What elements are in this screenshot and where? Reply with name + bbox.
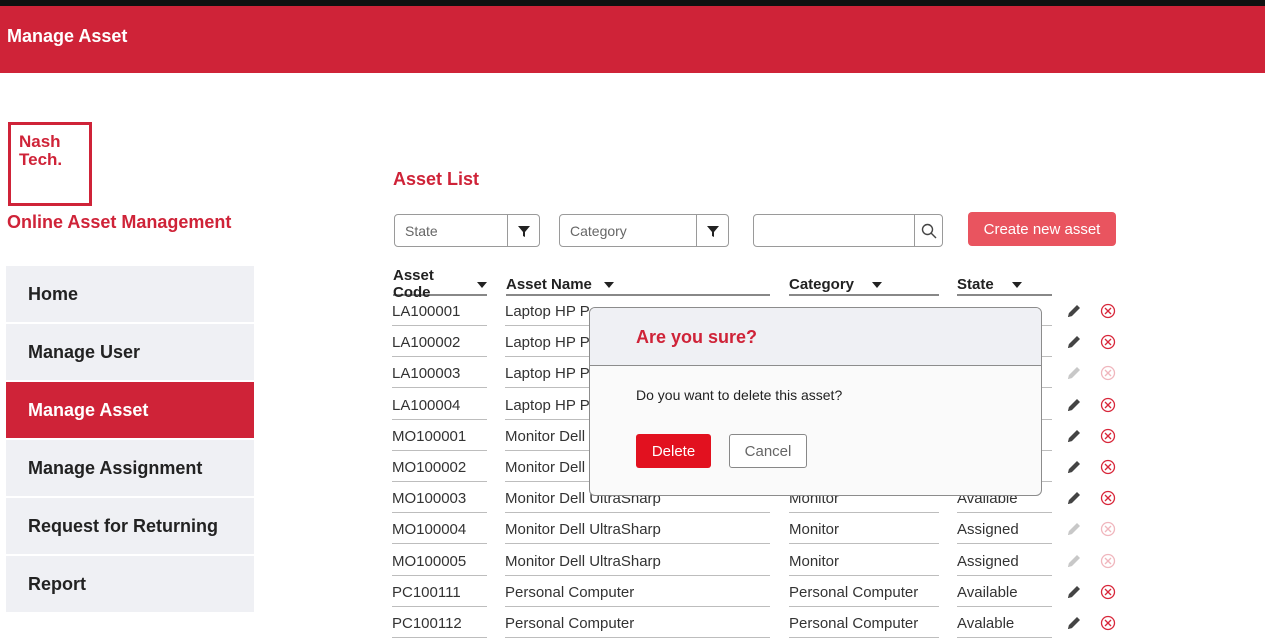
sidebar-item-manage-assignment[interactable]: Manage Assignment [6, 440, 254, 496]
circle-x-icon [1100, 365, 1116, 381]
table-cell-category: Monitor [789, 550, 939, 576]
sidebar-item-manage-asset[interactable]: Manage Asset [6, 382, 254, 438]
column-header-label: Asset Code [393, 267, 434, 301]
table-cell-code: LA100004 [392, 394, 487, 420]
sidebar-item-report[interactable]: Report [6, 556, 254, 612]
table-cell-code: LA100002 [392, 331, 487, 357]
table-cell-code: MO100004 [392, 518, 487, 544]
column-header-asset-code[interactable]: Asset Code [393, 267, 487, 301]
sidebar-item-label: Report [28, 573, 86, 594]
funnel-icon[interactable] [696, 215, 728, 246]
column-header-category[interactable]: Category [789, 274, 939, 296]
pencil-icon [1066, 521, 1082, 537]
pencil-icon [1066, 365, 1082, 381]
circle-x-icon[interactable] [1100, 428, 1116, 444]
delete-button[interactable]: Delete [636, 434, 711, 468]
circle-x-icon [1100, 553, 1116, 569]
pencil-icon [1066, 553, 1082, 569]
page-title: Asset List [393, 169, 480, 189]
table-cell-code: PC100112 [392, 612, 487, 638]
create-new-asset-button[interactable]: Create new asset [968, 212, 1116, 246]
table-cell-code: MO100002 [392, 456, 487, 482]
table-cell-name: Monitor Dell UltraSharp [505, 518, 770, 544]
table-cell-state: Assigned [957, 550, 1052, 576]
pencil-icon[interactable] [1066, 615, 1082, 631]
app-name: Online Asset Management [7, 212, 232, 232]
circle-x-icon[interactable] [1100, 303, 1116, 319]
app-header: Manage Asset [0, 6, 1265, 73]
dialog-message: Do you want to delete this asset? [636, 387, 843, 403]
column-header-label: Category [789, 275, 855, 293]
pencil-icon[interactable] [1066, 459, 1082, 475]
column-header-state[interactable]: State [957, 274, 1052, 296]
nashtech-logo: Nash Tech. [8, 122, 92, 206]
table-cell-category: Personal Computer [789, 612, 939, 638]
circle-x-icon[interactable] [1100, 615, 1116, 631]
caret-down-icon [603, 282, 614, 288]
cancel-button[interactable]: Cancel [729, 434, 807, 468]
table-cell-code: MO100003 [392, 487, 487, 513]
table-cell-name: Personal Computer [505, 581, 770, 607]
pencil-icon[interactable] [1066, 428, 1082, 444]
table-cell-code: MO100005 [392, 550, 487, 576]
table-cell-category: Monitor [789, 518, 939, 544]
circle-x-icon[interactable] [1100, 584, 1116, 600]
circle-x-icon[interactable] [1100, 459, 1116, 475]
category-filter-dropdown[interactable]: Category [559, 214, 729, 247]
table-cell-code: MO100001 [392, 425, 487, 451]
circle-x-icon[interactable] [1100, 397, 1116, 413]
circle-x-icon [1100, 521, 1116, 537]
funnel-icon[interactable] [507, 215, 539, 246]
search-input[interactable] [758, 219, 913, 243]
table-cell-code: PC100111 [392, 581, 487, 607]
column-header-label: Asset Name [506, 275, 592, 293]
column-header-asset-name[interactable]: Asset Name [506, 274, 770, 296]
circle-x-icon[interactable] [1100, 490, 1116, 506]
sidebar-item-label: Manage Assignment [28, 457, 203, 478]
state-filter-placeholder: State [405, 223, 438, 239]
circle-x-icon[interactable] [1100, 334, 1116, 350]
table-cell-state: Available [957, 581, 1052, 607]
table-cell-category: Personal Computer [789, 581, 939, 607]
header-title: Manage Asset [7, 26, 128, 46]
sidebar-item-manage-user[interactable]: Manage User [6, 324, 254, 380]
caret-down-icon [477, 282, 487, 288]
sidebar-item-home[interactable]: Home [6, 266, 254, 322]
table-cell-code: LA100001 [392, 300, 487, 326]
search-box [753, 214, 943, 247]
table-cell-name: Monitor Dell UltraSharp [505, 550, 770, 576]
pencil-icon[interactable] [1066, 397, 1082, 413]
table-cell-state: Assigned [957, 518, 1052, 544]
pencil-icon[interactable] [1066, 584, 1082, 600]
sidebar-nav: Home Manage User Manage Asset Manage Ass… [6, 266, 254, 614]
sidebar-item-label: Manage User [28, 341, 141, 362]
pencil-icon[interactable] [1066, 334, 1082, 350]
pencil-icon[interactable] [1066, 303, 1082, 319]
delete-confirm-dialog: Are you sure? Do you want to delete this… [589, 307, 1042, 496]
dialog-title: Are you sure? [636, 327, 758, 347]
search-icon[interactable] [914, 215, 942, 246]
category-filter-placeholder: Category [570, 223, 627, 239]
sidebar-item-label: Request for Returning [28, 515, 219, 536]
sidebar-item-label: Home [28, 283, 79, 304]
pencil-icon[interactable] [1066, 490, 1082, 506]
table-cell-code: LA100003 [392, 362, 487, 388]
table-cell-name: Personal Computer [505, 612, 770, 638]
table-cell-state: Avalable [957, 612, 1052, 638]
logo-text: Nash Tech. [19, 132, 63, 169]
sidebar-item-label: Manage Asset [28, 399, 149, 420]
caret-down-icon [872, 282, 883, 288]
sidebar-item-request-for-returning[interactable]: Request for Returning [6, 498, 254, 554]
column-header-label: State [957, 275, 994, 293]
caret-down-icon [1011, 282, 1022, 288]
state-filter-dropdown[interactable]: State [394, 214, 540, 247]
